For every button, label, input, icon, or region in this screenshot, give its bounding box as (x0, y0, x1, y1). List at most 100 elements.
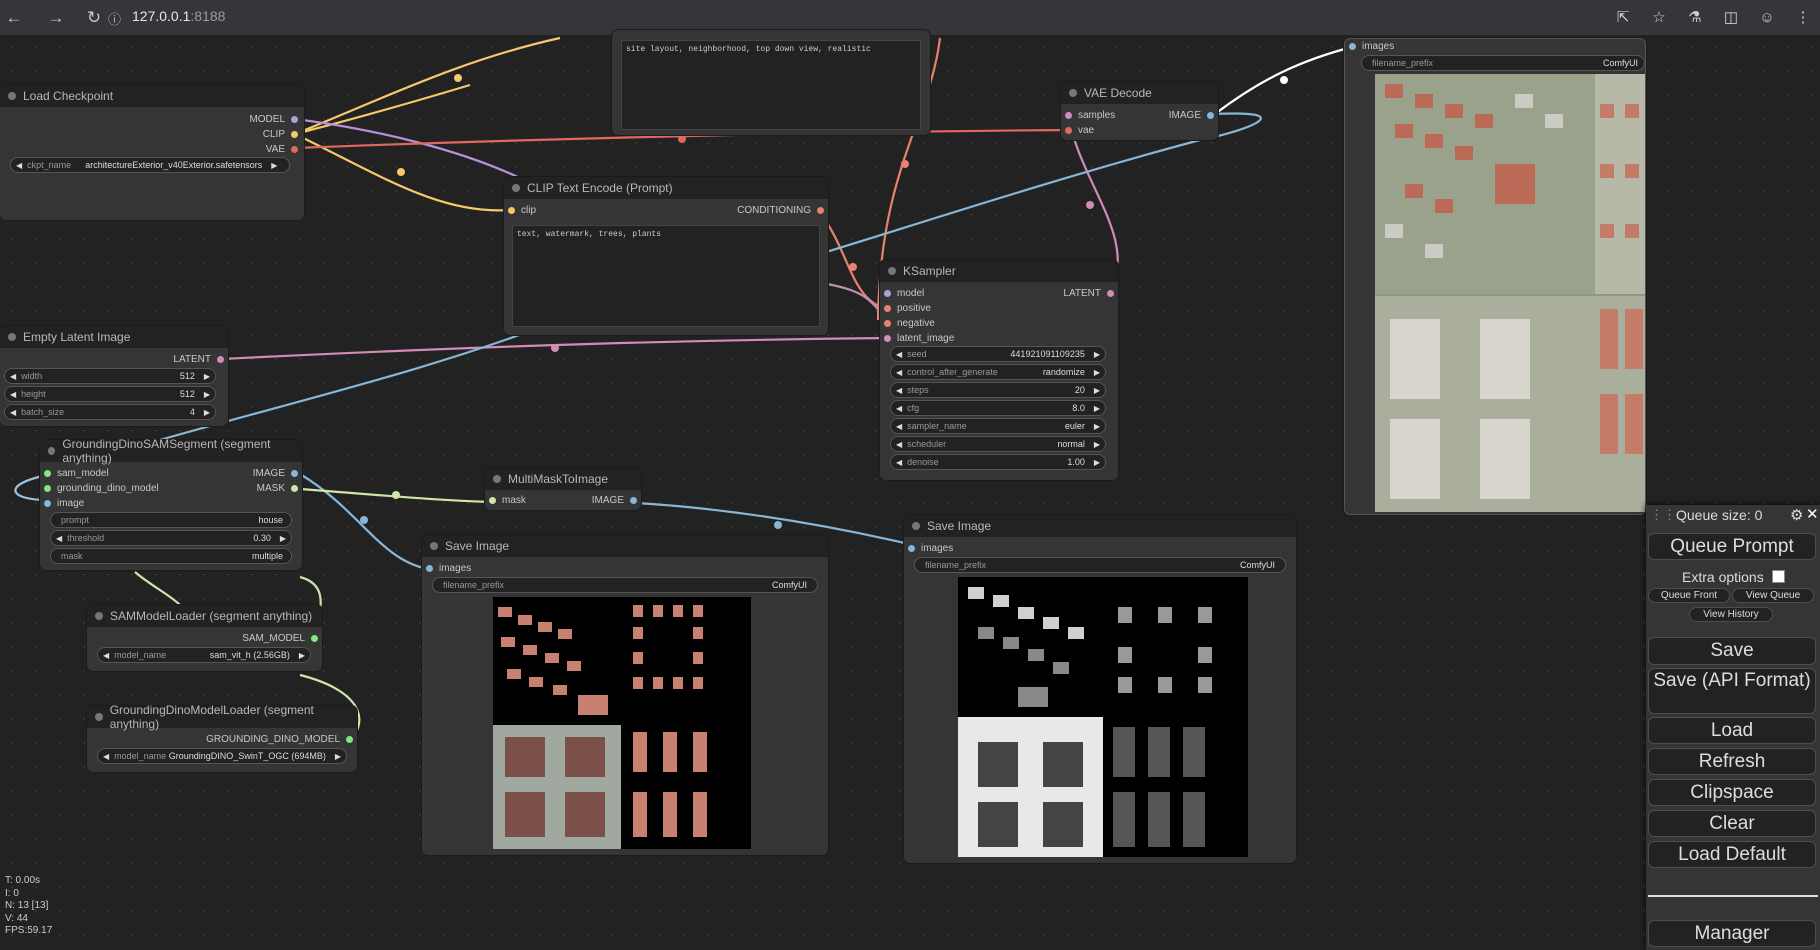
address-bar[interactable]: 127.0.0.1:8188 (132, 8, 225, 24)
pin[interactable] (217, 356, 224, 363)
positive-prompt-textarea[interactable]: site layout, neighborhood, top down view… (621, 40, 921, 130)
left-arrow-icon[interactable]: ◀ (98, 651, 114, 660)
empty-latent-image-node[interactable]: Empty Latent Image LATENT ◀ width 512 ▶ ◀ he… (0, 326, 228, 426)
output-image[interactable]: IMAGE (1169, 110, 1214, 121)
pin[interactable] (311, 635, 318, 642)
pin[interactable] (884, 305, 891, 312)
collapse-dot-icon[interactable] (48, 447, 56, 455)
save-image-node-masks[interactable]: Save Image images filename_prefix ComfyUI (422, 535, 828, 855)
collapse-dot-icon[interactable] (430, 542, 438, 550)
ckpt-name-widget[interactable]: ◀ ckpt_name architectureExterior_v40Exteri… (10, 157, 290, 173)
profile-icon[interactable]: ☺ (1756, 6, 1778, 28)
filename-prefix-widget[interactable]: filename_prefix ComfyUI (914, 557, 1286, 573)
output-image[interactable]: IMAGE (592, 495, 637, 506)
pin[interactable] (884, 320, 891, 327)
right-arrow-icon[interactable]: ▶ (199, 372, 215, 381)
left-arrow-icon[interactable]: ◀ (891, 422, 907, 431)
input-clip[interactable]: clip (508, 205, 536, 216)
close-icon[interactable]: ✕ (1806, 505, 1819, 523)
input-images[interactable]: images (426, 563, 471, 574)
right-arrow-icon[interactable]: ▶ (1089, 422, 1105, 431)
save-button[interactable]: Save (1648, 637, 1816, 665)
model-name-widget[interactable]: ◀ model_name sam_vit_h (2.56GB) ▶ (97, 647, 311, 663)
extra-options-checkbox[interactable] (1772, 570, 1785, 583)
output-model[interactable]: MODEL (249, 114, 298, 125)
view-queue-button[interactable]: View Queue (1732, 588, 1814, 603)
node-title[interactable]: Empty Latent Image (0, 326, 228, 348)
pin[interactable] (489, 497, 496, 504)
right-arrow-icon[interactable]: ▶ (199, 390, 215, 399)
output-mask[interactable]: MASK (257, 483, 298, 494)
save-api-format-button[interactable]: Save (API Format) (1648, 668, 1816, 714)
right-arrow-icon[interactable]: ▶ (1089, 368, 1105, 377)
scheduler-widget[interactable]: ◀ scheduler normal ▶ (890, 436, 1106, 452)
left-arrow-icon[interactable]: ◀ (891, 368, 907, 377)
pin[interactable] (1349, 43, 1356, 50)
pin[interactable] (1207, 112, 1214, 119)
sampler-name-widget[interactable]: ◀ sampler_name euler ▶ (890, 418, 1106, 434)
load-default-button[interactable]: Load Default (1648, 841, 1816, 868)
multi-mask-to-image-node[interactable]: MultiMaskToImage mask IMAGE (485, 468, 641, 510)
left-arrow-icon[interactable]: ◀ (51, 534, 67, 543)
output-clip[interactable]: CLIP (263, 129, 298, 140)
pin[interactable] (44, 500, 51, 507)
filename-prefix-widget[interactable]: filename_prefix ComfyUI (1361, 55, 1645, 71)
input-grounding-dino-model[interactable]: grounding_dino_model (44, 483, 159, 494)
right-arrow-icon[interactable]: ▶ (275, 534, 291, 543)
steps-widget[interactable]: ◀ steps 20 ▶ (890, 382, 1106, 398)
right-arrow-icon[interactable]: ▶ (294, 651, 310, 660)
model-name-widget[interactable]: ◀ model_name GroundingDINO_SwinT_OGC (694M… (97, 748, 347, 764)
input-images[interactable]: images (1349, 41, 1394, 52)
pin[interactable] (426, 565, 433, 572)
left-arrow-icon[interactable]: ◀ (891, 350, 907, 359)
filename-prefix-widget[interactable]: filename_prefix ComfyUI (432, 577, 818, 593)
height-widget[interactable]: ◀ height 512 ▶ (4, 386, 216, 402)
input-sam-model[interactable]: sam_model (44, 468, 109, 479)
node-title[interactable]: SAMModelLoader (segment anything) (87, 605, 322, 627)
load-checkpoint-node[interactable]: Load Checkpoint MODEL CLIP VAE ◀ ckpt_nam… (0, 85, 304, 220)
right-arrow-icon[interactable]: ▶ (1089, 440, 1105, 449)
pin[interactable] (508, 207, 515, 214)
input-images[interactable]: images (908, 543, 953, 554)
input-mask[interactable]: mask (489, 495, 526, 506)
output-sam-model[interactable]: SAM_MODEL (242, 633, 318, 644)
pin[interactable] (1107, 290, 1114, 297)
left-arrow-icon[interactable]: ◀ (98, 752, 114, 761)
vae-decode-node[interactable]: VAE Decode samples vae IMAGE (1061, 82, 1218, 140)
load-button[interactable]: Load (1648, 717, 1816, 744)
node-title[interactable]: CLIP Text Encode (Prompt) (504, 177, 828, 199)
pin[interactable] (44, 485, 51, 492)
segmented-houses-image[interactable] (493, 597, 751, 849)
sam-model-loader-node[interactable]: SAMModelLoader (segment anything) SAM_MO… (87, 605, 322, 671)
node-title[interactable]: GroundingDinoSAMSegment (segment anythin… (40, 437, 302, 465)
collapse-dot-icon[interactable] (95, 612, 103, 620)
node-title[interactable]: KSampler (880, 260, 1118, 282)
pin[interactable] (291, 485, 298, 492)
output-image[interactable]: IMAGE (253, 468, 298, 479)
width-widget[interactable]: ◀ width 512 ▶ (4, 368, 216, 384)
pin[interactable] (908, 545, 915, 552)
grounding-dino-sam-segment-node[interactable]: GroundingDinoSAMSegment (segment anythin… (40, 437, 302, 570)
grounding-dino-model-loader-node[interactable]: GroundingDinoModelLoader (segment anythi… (87, 703, 357, 772)
cfg-widget[interactable]: ◀ cfg 8.0 ▶ (890, 400, 1106, 416)
input-positive[interactable]: positive (884, 303, 931, 314)
output-latent[interactable]: LATENT (173, 354, 224, 365)
mask-widget[interactable]: mask multiple (50, 548, 292, 564)
node-title[interactable]: Load Checkpoint (0, 85, 304, 107)
grayscale-masks-image[interactable] (958, 577, 1248, 857)
input-model[interactable]: model (884, 288, 924, 299)
clip-text-encode-node[interactable]: CLIP Text Encode (Prompt) clip CONDITION… (504, 177, 828, 335)
collapse-dot-icon[interactable] (512, 184, 520, 192)
left-arrow-icon[interactable]: ◀ (891, 404, 907, 413)
collapse-dot-icon[interactable] (8, 333, 16, 341)
info-icon[interactable]: ⓘ (108, 9, 121, 28)
drag-handle-icon[interactable]: ⋮⋮ (1650, 507, 1676, 523)
sidebar-panel-icon[interactable]: ◫ (1720, 6, 1742, 28)
node-title[interactable]: VAE Decode (1061, 82, 1218, 104)
pin[interactable] (291, 146, 298, 153)
right-arrow-icon[interactable]: ▶ (1089, 458, 1105, 467)
left-arrow-icon[interactable]: ◀ (891, 440, 907, 449)
left-arrow-icon[interactable]: ◀ (891, 386, 907, 395)
positive-prompt-node[interactable]: site layout, neighborhood, top down view… (612, 30, 930, 135)
left-arrow-icon[interactable]: ◀ (11, 161, 27, 170)
